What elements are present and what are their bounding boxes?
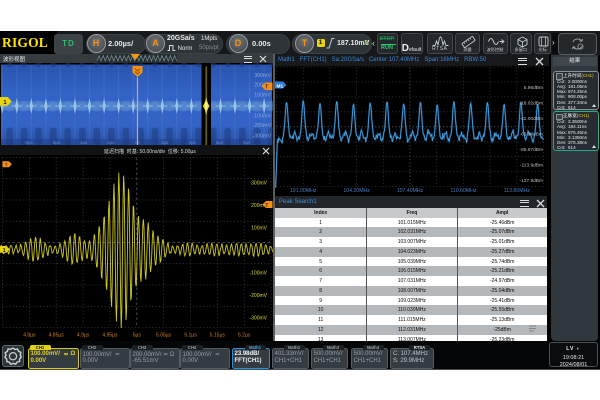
svg-text:5.15µs: 5.15µs [210, 332, 226, 338]
svg-text:M1: M1 [277, 83, 284, 89]
svg-text:-113.9dBm: -113.9dBm [520, 163, 543, 169]
svg-text:-6µs: -6µs [51, 139, 60, 144]
svg-text:-100mV: -100mV [249, 270, 267, 276]
svg-text:-2µs: -2µs [106, 139, 115, 144]
svg-text:4µs: 4µs [189, 139, 197, 144]
svg-text:4.85µs: 4.85µs [49, 332, 65, 338]
svg-text:-18.02dBm: -18.02dBm [520, 101, 543, 107]
svg-text:-300mV: -300mV [249, 315, 267, 321]
svg-text:4.95µs: 4.95µs [102, 332, 118, 338]
svg-text:5µs: 5µs [133, 332, 142, 338]
svg-text:-137.9dBm: -137.9dBm [520, 178, 543, 184]
svg-text:2µs: 2µs [161, 139, 169, 144]
svg-text:5.96dBm: 5.96dBm [524, 85, 543, 91]
svg-text:4.8µs: 4.8µs [23, 332, 36, 338]
svg-text:300mV: 300mV [251, 180, 268, 186]
svg-text:113.80MHz: 113.80MHz [504, 188, 531, 194]
svg-text:4.9µs: 4.9µs [77, 332, 90, 338]
svg-text:-65.98dBm: -65.98dBm [520, 132, 543, 138]
svg-text:T: T [5, 162, 8, 168]
svg-text:8µs: 8µs [243, 139, 251, 144]
svg-text:5.1µs: 5.1µs [184, 332, 197, 338]
svg-text:107.40MHz: 107.40MHz [397, 188, 424, 194]
svg-text:100mV: 100mV [251, 225, 268, 231]
svg-text:300mV: 300mV [254, 72, 271, 78]
svg-text:104.20MHz: 104.20MHz [343, 188, 370, 194]
svg-text:1: 1 [3, 247, 6, 253]
svg-text:5.05µs: 5.05µs [156, 332, 172, 338]
svg-text:101.00MHz: 101.00MHz [290, 188, 317, 194]
svg-text:-200mV: -200mV [249, 293, 267, 299]
svg-text:5.2µs: 5.2µs [238, 332, 251, 338]
svg-text:-100mV: -100mV [252, 113, 271, 119]
svg-text:-89.97dBm: -89.97dBm [520, 147, 543, 153]
svg-text:-8µs: -8µs [24, 139, 33, 144]
svg-text:-4µs: -4µs [79, 139, 88, 144]
svg-text:110.60MHz: 110.60MHz [450, 188, 477, 194]
svg-text:T: T [265, 202, 268, 208]
svg-text:-42.00dBm: -42.00dBm [520, 116, 543, 122]
svg-text:-200mV: -200mV [252, 123, 271, 129]
svg-text:100mV: 100mV [254, 92, 271, 98]
svg-text:-300mV: -300mV [252, 133, 271, 139]
svg-text:6µs: 6µs [216, 139, 224, 144]
